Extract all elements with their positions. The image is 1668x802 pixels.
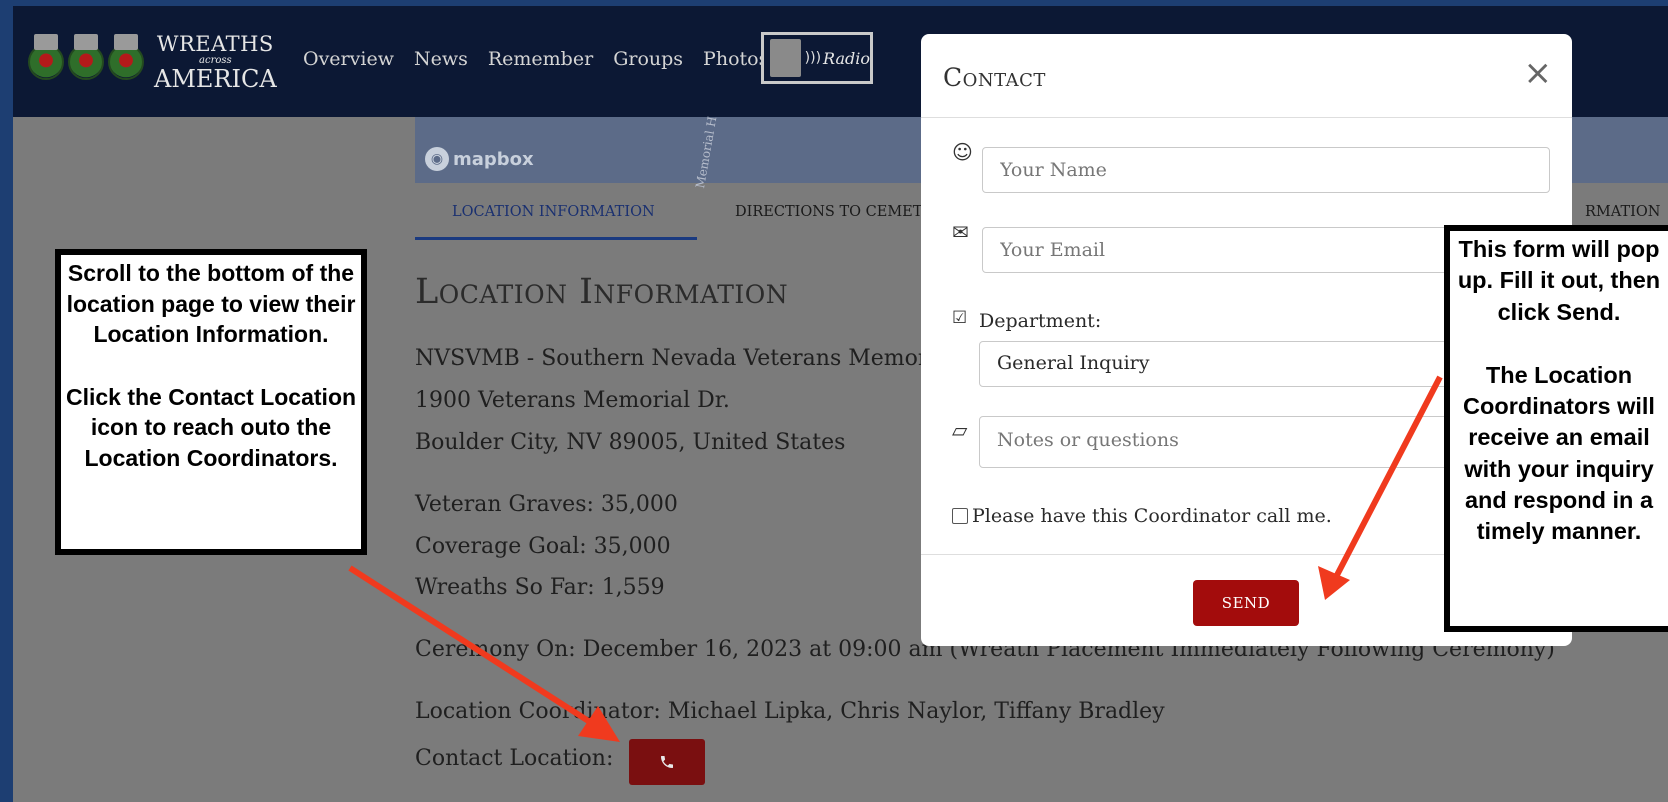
- call-me-checkbox[interactable]: [952, 508, 968, 524]
- callout-left-text-2: Click the Contact Location icon to reach…: [65, 383, 357, 471]
- nav-links: Overview News Remember Groups Photos: [303, 48, 768, 70]
- phone-icon: [661, 756, 673, 768]
- nav-link-overview[interactable]: Overview: [303, 48, 394, 70]
- wreaths-so-far: Wreaths So Far: 1,559: [415, 575, 665, 600]
- smiley-icon: ☺: [952, 140, 973, 164]
- callout-right-text-2: The Location Coordinators will receive a…: [1463, 361, 1655, 544]
- instruction-callout-left: Scroll to the bottom of the location pag…: [55, 249, 367, 555]
- send-button[interactable]: SEND: [1193, 580, 1299, 626]
- address-line-2: Boulder City, NV 89005, United States: [415, 430, 846, 455]
- department-value: General Inquiry: [997, 352, 1150, 374]
- nav-link-photos[interactable]: Photos: [703, 48, 768, 70]
- radio-label: Radio: [823, 48, 870, 68]
- logo-line-3: AMERICA: [154, 64, 277, 93]
- callout-left-text-1: Scroll to the bottom of the location pag…: [66, 260, 356, 348]
- nav-link-groups[interactable]: Groups: [613, 48, 683, 70]
- broadcast-icon: ))): [804, 50, 822, 66]
- nav-link-news[interactable]: News: [414, 48, 468, 70]
- tab-more-information[interactable]: RMATION: [1585, 204, 1660, 220]
- modal-header: Contact ×: [921, 34, 1572, 118]
- location-coordinator: Location Coordinator: Michael Lipka, Chr…: [415, 699, 1165, 724]
- instruction-callout-right: This form will pop up. Fill it out, then…: [1444, 225, 1668, 632]
- notes-placeholder: Notes or questions: [997, 429, 1179, 451]
- wreath-icon: [28, 34, 64, 80]
- logo-text: WREATHS across AMERICA: [154, 31, 277, 93]
- modal-title: Contact: [943, 63, 1046, 92]
- radio-logo-icon: [770, 39, 801, 77]
- active-tab-indicator: [415, 237, 697, 240]
- contact-location-button[interactable]: [629, 739, 705, 785]
- wreath-icon: [108, 34, 144, 80]
- note-icon: ▱: [952, 418, 968, 442]
- nav-link-remember[interactable]: Remember: [488, 48, 593, 70]
- contact-location-label: Contact Location:: [415, 746, 614, 771]
- tab-directions[interactable]: DIRECTIONS TO CEMETE: [735, 204, 933, 220]
- site-logo[interactable]: WREATHS across AMERICA: [28, 30, 277, 94]
- coverage-goal: Coverage Goal: 35,000: [415, 534, 671, 559]
- mapbox-logo-icon: ◉: [425, 147, 449, 171]
- callout-right-text-1: This form will pop up. Fill it out, then…: [1457, 236, 1661, 325]
- location-title: Location Information: [415, 272, 789, 312]
- address-line-1: 1900 Veterans Memorial Dr.: [415, 388, 730, 413]
- veteran-graves: Veteran Graves: 35,000: [415, 492, 678, 517]
- mapbox-label: mapbox: [453, 148, 534, 170]
- radio-link[interactable]: ))) Radio: [761, 32, 873, 84]
- close-icon[interactable]: ×: [1524, 56, 1553, 90]
- wreath-icon: [68, 34, 104, 80]
- map-road-label: Memorial H: [693, 115, 720, 190]
- logo-line-1: WREATHS: [156, 31, 274, 56]
- name-input[interactable]: [982, 147, 1550, 193]
- department-label: Department:: [979, 310, 1102, 332]
- envelope-icon: ✉: [952, 220, 969, 244]
- location-name: NVSVMB - Southern Nevada Veterans Memor: [415, 346, 929, 371]
- tab-location-information[interactable]: LOCATION INFORMATION: [452, 204, 655, 220]
- mapbox-attribution[interactable]: ◉ mapbox: [425, 147, 534, 171]
- logo-line-2: across: [199, 54, 232, 66]
- checkbox-icon: ☑: [952, 308, 968, 328]
- call-me-option[interactable]: Please have this Coordinator call me.: [952, 505, 1332, 527]
- call-me-label: Please have this Coordinator call me.: [972, 505, 1332, 527]
